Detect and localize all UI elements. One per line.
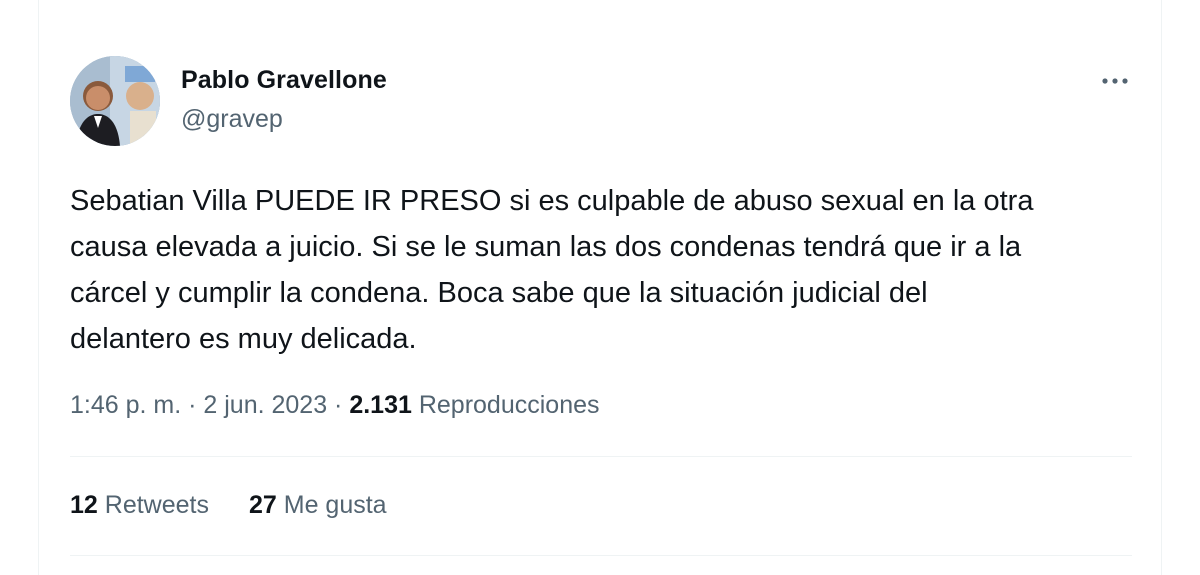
tweet-stats: 12 Retweets 27 Me gusta — [70, 489, 387, 521]
retweets-count: 12 — [70, 491, 98, 519]
tweet-meta: 1:46 p. m. · 2 jun. 2023 · 2.131 Reprodu… — [70, 388, 600, 422]
more-horizontal-icon — [1102, 78, 1128, 84]
retweets-label: Retweets — [104, 491, 209, 519]
divider — [70, 456, 1132, 457]
divider — [70, 555, 1132, 556]
likes-stat[interactable]: 27 Me gusta — [249, 489, 387, 521]
more-options-button[interactable] — [1097, 66, 1133, 96]
author-display-name[interactable]: Pablo Gravellone — [181, 64, 387, 96]
views-label: Reproducciones — [418, 391, 600, 419]
tweet-text: Sebatian Villa PUEDE IR PRESO si es culp… — [70, 185, 1034, 355]
avatar[interactable] — [70, 56, 160, 146]
retweets-stat[interactable]: 12 Retweets — [70, 489, 209, 521]
likes-count: 27 — [248, 491, 277, 519]
likes-label: Me gusta — [283, 491, 387, 519]
profile-photo-image — [70, 56, 160, 146]
meta-separator: · — [327, 391, 350, 419]
author-handle[interactable]: @gravep — [181, 103, 283, 135]
meta-separator: · — [181, 391, 204, 419]
views-count: 2.131 — [349, 391, 412, 419]
tweet-time[interactable]: 1:46 p. m. — [70, 391, 181, 419]
tweet-date[interactable]: 2 jun. 2023 — [203, 391, 327, 419]
